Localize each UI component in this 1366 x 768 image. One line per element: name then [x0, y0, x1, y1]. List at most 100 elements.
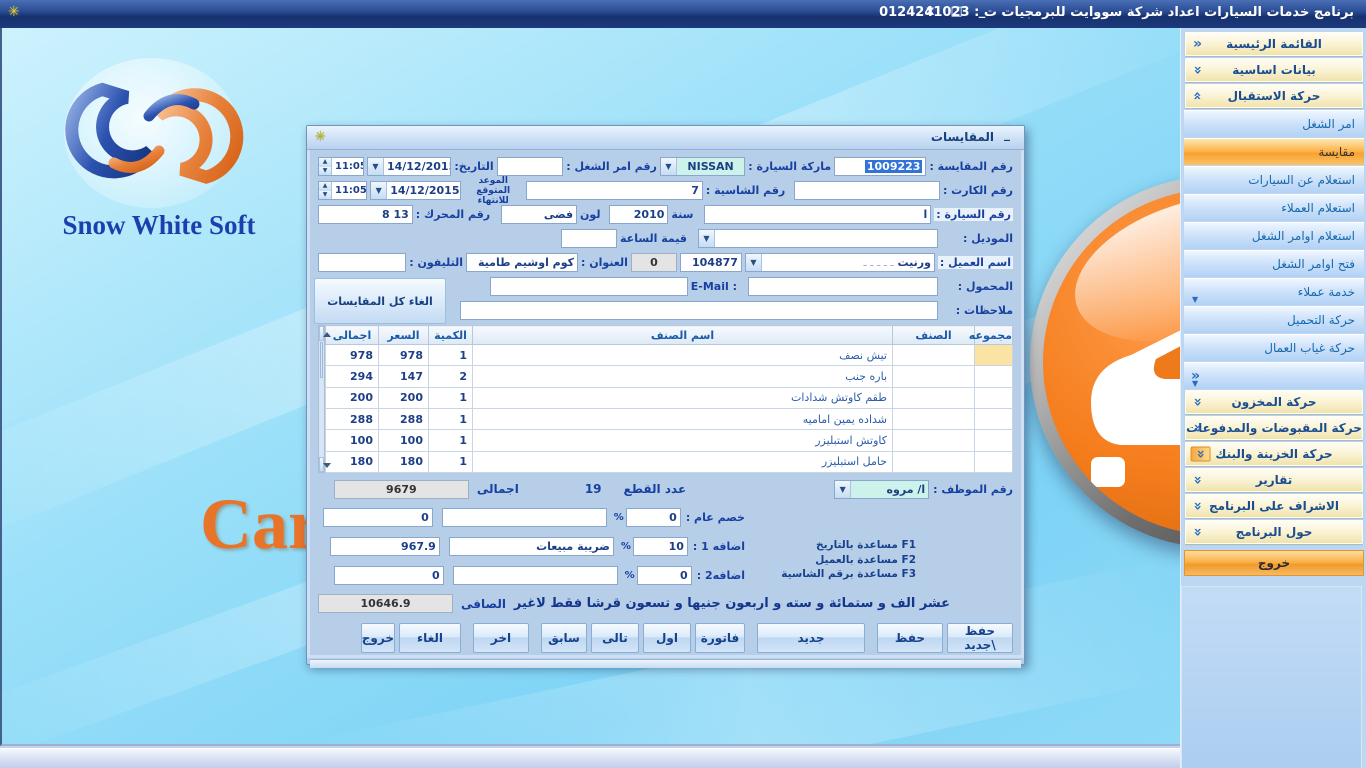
cell-item[interactable]	[893, 451, 975, 472]
sidebar-item[interactable]: ▼ حركة التحميل	[1184, 306, 1364, 333]
col-item-name[interactable]: اسم الصنف	[473, 326, 893, 345]
cell-group[interactable]	[975, 345, 1013, 366]
table-row[interactable]: كاوتش استبليزر 1 100 100	[326, 430, 1013, 451]
cell-group[interactable]	[975, 451, 1013, 472]
dialog-button[interactable]: تالى	[591, 623, 639, 653]
cell-item[interactable]	[893, 366, 975, 387]
expected-time-picker[interactable]: 11:05 A ▲▼	[318, 181, 367, 200]
date-picker[interactable]: 14/12/2015 ▼	[367, 157, 451, 176]
cell-qty[interactable]: 1	[429, 430, 473, 451]
sidebar-item[interactable]: ▼ استعلام العملاء	[1184, 194, 1364, 221]
cell-qty[interactable]: 1	[429, 408, 473, 429]
dialog-titlebar[interactable]: المقايسات _ x ✳	[307, 126, 1024, 150]
add2-pct-field[interactable]: 0	[637, 566, 692, 585]
sidebar-item[interactable]: ▼ فتح اوامر الشغل	[1184, 250, 1364, 277]
chassis-no-field[interactable]: 7	[526, 181, 703, 200]
sidebar-item[interactable]: ▼	[1184, 362, 1364, 389]
sidebar-item[interactable]: ▼ حركة غياب العمال	[1184, 334, 1364, 361]
sidebar-item[interactable]: ▼ بيانات اساسية	[1185, 58, 1363, 82]
sidebar-item[interactable]: ▼ حركة الخزينة والبنك	[1185, 442, 1363, 466]
cell-price[interactable]: 100	[379, 430, 429, 451]
cell-total[interactable]: 288	[326, 408, 379, 429]
col-total[interactable]: اجمالى	[326, 326, 379, 345]
scroll-thumb[interactable]	[320, 342, 323, 378]
col-group[interactable]: مجموعه	[975, 326, 1013, 345]
sidebar-item[interactable]: ▼ الاشراف على البرنامج	[1185, 494, 1363, 518]
cell-item-name[interactable]: حامل استبليزر	[473, 451, 893, 472]
table-row[interactable]: طقم كاوتش شدادات 1 200 200	[326, 387, 1013, 408]
cell-total[interactable]: 180	[326, 451, 379, 472]
sidebar-item[interactable]: ▼ استعلام عن السيارات	[1184, 166, 1364, 193]
cell-item-name[interactable]: شداده يمين اماميه	[473, 408, 893, 429]
scroll-down-icon[interactable]	[319, 457, 324, 472]
model-combo[interactable]: ▼	[698, 229, 938, 248]
dialog-button[interactable]: حفظ	[877, 623, 943, 653]
cell-total[interactable]: 200	[326, 387, 379, 408]
phone-field[interactable]	[318, 253, 406, 272]
cell-group[interactable]	[975, 387, 1013, 408]
add2-name-field[interactable]	[453, 566, 618, 585]
col-qty[interactable]: الكمية	[429, 326, 473, 345]
table-scrollbar[interactable]	[318, 325, 325, 473]
dropdown-arrow-icon[interactable]: ▼	[699, 230, 715, 247]
cell-price[interactable]: 180	[379, 451, 429, 472]
email-field[interactable]	[490, 277, 688, 296]
cell-qty[interactable]: 1	[429, 387, 473, 408]
scroll-up-icon[interactable]	[319, 326, 324, 341]
time-spinner[interactable]: ▲▼	[319, 182, 332, 199]
sidebar-item[interactable]: ▼ حركة الاستقبال	[1185, 84, 1363, 108]
hour-value-field[interactable]	[561, 229, 617, 248]
dropdown-arrow-icon[interactable]: ▼	[835, 481, 851, 498]
table-row[interactable]: حامل استبليزر 1 180 180	[326, 451, 1013, 472]
dialog-button[interactable]: فاتورة	[695, 623, 745, 653]
dropdown-arrow-icon[interactable]: ▼	[371, 182, 387, 199]
quote-no-field[interactable]: 1009223	[834, 157, 926, 176]
sidebar-item[interactable]: ▼ تقارير	[1185, 468, 1363, 492]
time-spinner[interactable]: ▲▼	[319, 158, 332, 175]
sidebar-item[interactable]: ▼ استعلام اوامر الشغل	[1184, 222, 1364, 249]
cell-total[interactable]: 294	[326, 366, 379, 387]
sidebar-item[interactable]: ▼ حول البرنامج	[1185, 520, 1363, 544]
cell-item[interactable]	[893, 430, 975, 451]
sidebar-item[interactable]: ▼ خروج	[1184, 550, 1364, 576]
car-brand-combo[interactable]: NISSAN ▼	[660, 157, 745, 176]
table-row[interactable]: تيش نصف 1 978 978	[326, 345, 1013, 366]
cell-price[interactable]: 147	[379, 366, 429, 387]
dropdown-arrow-icon[interactable]: ▼	[368, 158, 384, 175]
cell-item-name[interactable]: طقم كاوتش شدادات	[473, 387, 893, 408]
add1-name-field[interactable]: ضريبة مبيعات	[449, 537, 614, 556]
add1-amount-field[interactable]: 967.9	[330, 537, 440, 556]
work-order-no-field[interactable]	[497, 157, 564, 176]
dialog-minimize-button[interactable]: _	[1004, 127, 1010, 141]
sidebar-item[interactable]: ▼ القائمة الرئيسية	[1185, 32, 1363, 56]
cell-group[interactable]	[975, 408, 1013, 429]
address-field[interactable]: كوم اوشيم طامية	[466, 253, 578, 272]
table-row[interactable]: شداده يمين اماميه 1 288 288	[326, 408, 1013, 429]
table-row[interactable]: باره جنب 2 147 294	[326, 366, 1013, 387]
time-picker[interactable]: 11:05 A ▲▼	[318, 157, 364, 176]
add2-amount-field[interactable]: 0	[334, 566, 444, 585]
col-price[interactable]: السعر	[379, 326, 429, 345]
dialog-button[interactable]: اول	[643, 623, 691, 653]
employee-combo[interactable]: ا/ مروه ▼	[834, 480, 929, 499]
cell-item-name[interactable]: كاوتش استبليزر	[473, 430, 893, 451]
card-no-field[interactable]	[794, 181, 940, 200]
client-name-combo[interactable]: ورنيت ـ ـ ـ ـ ـ ▼	[745, 253, 935, 272]
cell-group[interactable]	[975, 430, 1013, 451]
cancel-all-quotes-button[interactable]: الغاء كل المقايسات	[314, 278, 446, 324]
cell-group[interactable]	[975, 366, 1013, 387]
cell-price[interactable]: 978	[379, 345, 429, 366]
discount-name-field[interactable]	[442, 508, 607, 527]
car-no-field[interactable]: ا	[704, 205, 931, 224]
dialog-button[interactable]: اخر	[473, 623, 529, 653]
cell-qty[interactable]: 1	[429, 451, 473, 472]
cell-item-name[interactable]: باره جنب	[473, 366, 893, 387]
cell-item[interactable]	[893, 345, 975, 366]
sidebar-item[interactable]: ▼ امر الشغل	[1184, 110, 1364, 137]
cell-price[interactable]: 288	[379, 408, 429, 429]
cell-qty[interactable]: 1	[429, 345, 473, 366]
client-code-field[interactable]: 104877	[680, 253, 742, 272]
cell-item[interactable]	[893, 387, 975, 408]
dropdown-arrow-icon[interactable]: ▼	[661, 158, 677, 175]
engine-no-field[interactable]: 8 13	[318, 205, 413, 224]
